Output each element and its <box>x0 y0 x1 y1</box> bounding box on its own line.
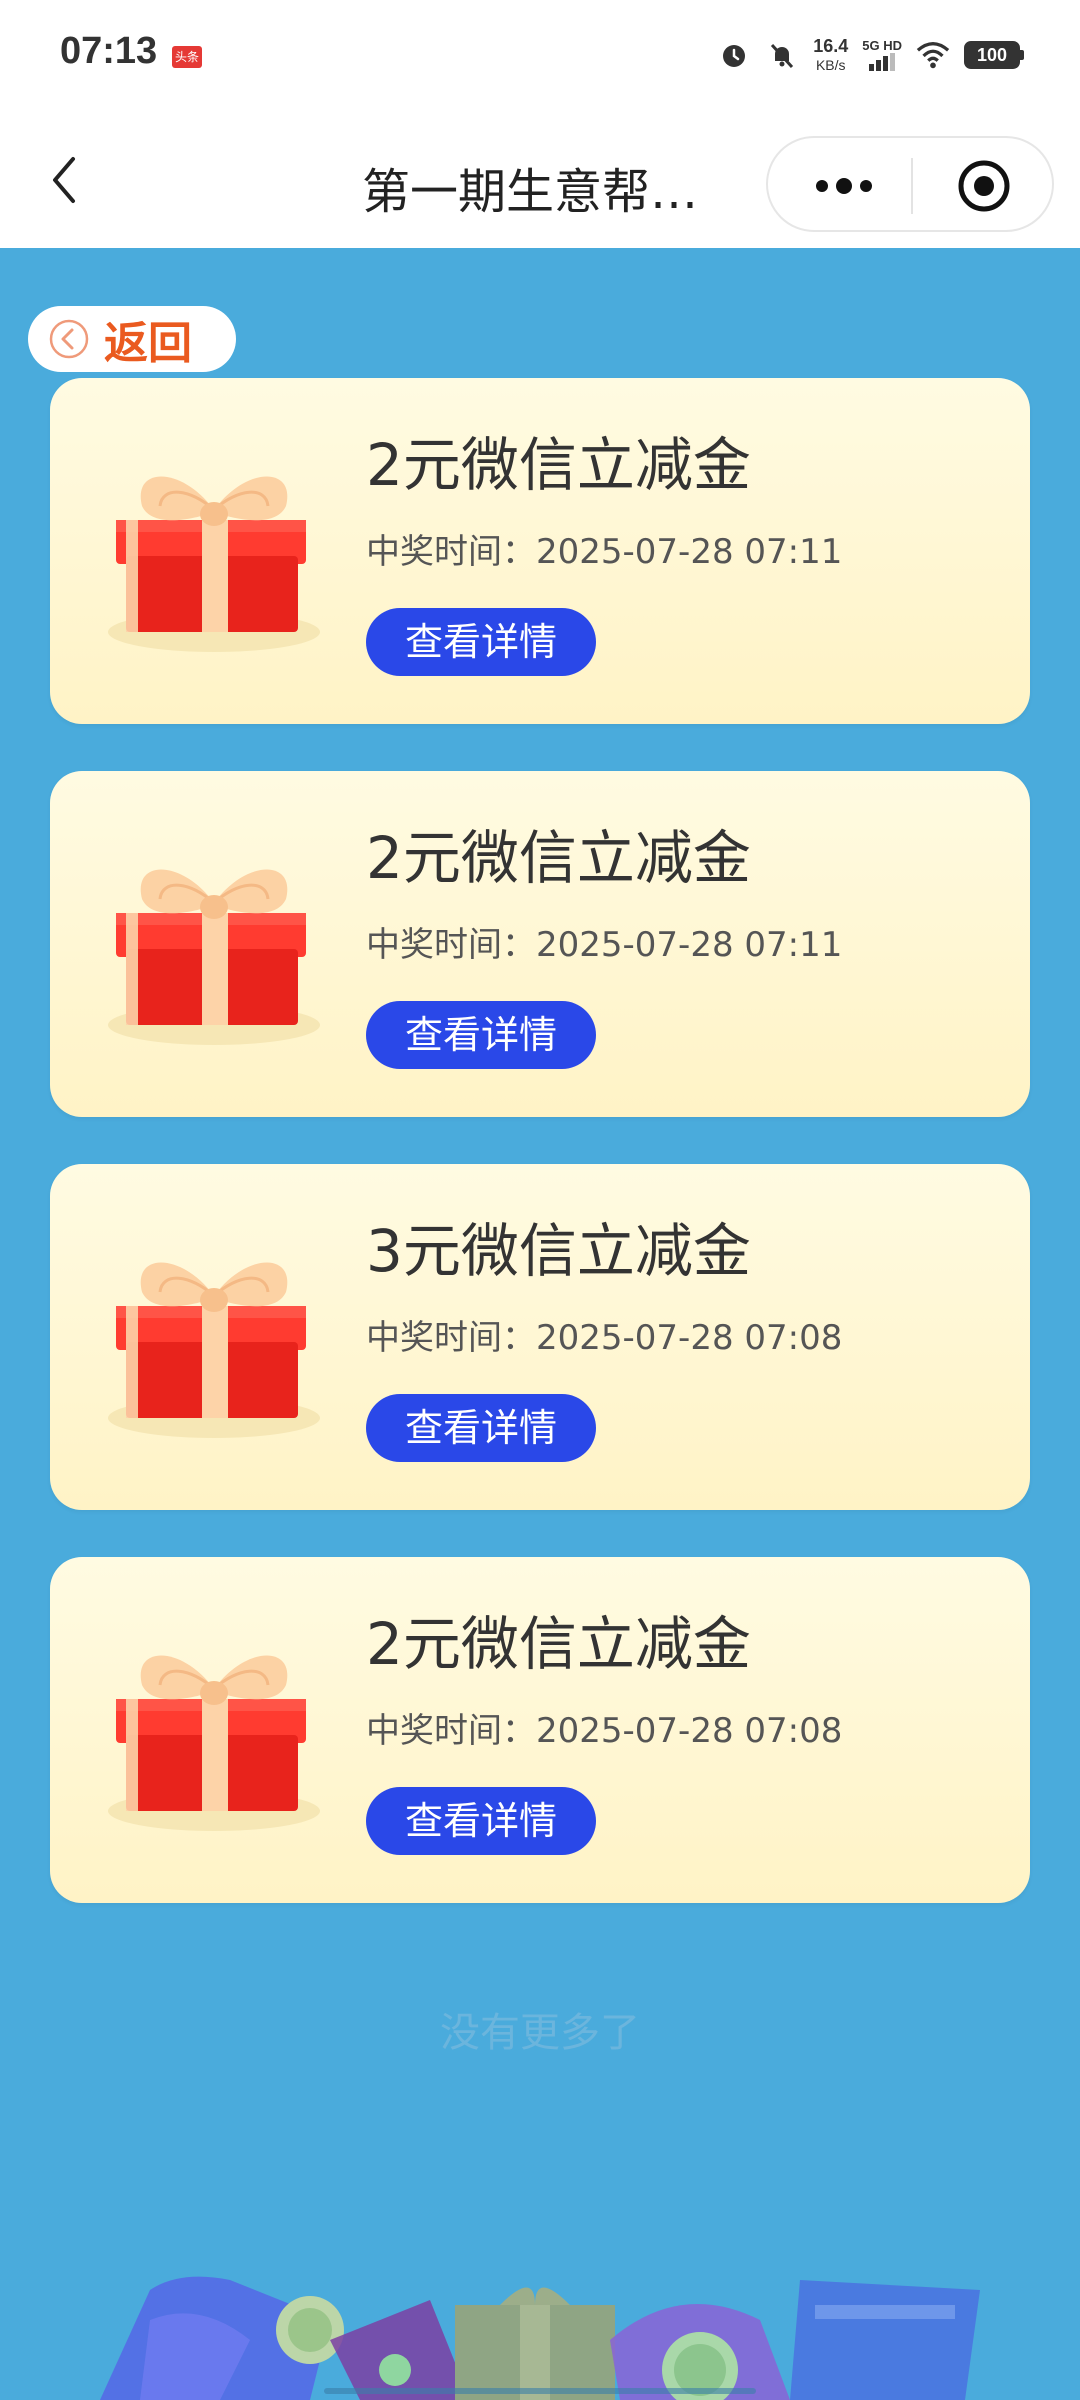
more-dot-icon <box>860 180 872 192</box>
wifi-icon <box>916 38 950 72</box>
nav-bar: 第一期生意帮… <box>0 112 1080 248</box>
back-button[interactable]: 返回 <box>28 306 236 372</box>
nav-back-button[interactable] <box>36 150 92 210</box>
more-dot-icon <box>816 180 828 192</box>
prize-title: 2元微信立减金 <box>366 431 751 499</box>
view-details-button[interactable]: 查看详情 <box>366 1394 596 1462</box>
prize-title: 2元微信立减金 <box>366 824 751 892</box>
prize-card: 3元微信立减金 中奖时间：2025-07-28 07:08 查看详情 <box>50 1164 1030 1510</box>
prize-list: 2元微信立减金 中奖时间：2025-07-28 07:11 查看详情 2元微信立… <box>50 378 1030 1950</box>
network-speed-unit: KB/s <box>815 56 846 73</box>
network-speed-value: 16.4 <box>813 35 849 56</box>
gift-box-icon <box>108 1262 320 1438</box>
gift-box-icon <box>108 476 320 652</box>
status-time: 07:13 <box>60 30 158 72</box>
page-title: 第一期生意帮… <box>362 164 699 220</box>
prize-card: 2元微信立减金 中奖时间：2025-07-28 07:08 查看详情 <box>50 1557 1030 1903</box>
app-notification-badge: 头条 <box>172 46 202 68</box>
no-more-indicator: 没有更多了 <box>440 2010 640 2056</box>
circle-chevron-left-icon <box>49 319 89 359</box>
more-options-button[interactable] <box>796 156 892 216</box>
mute-bell-icon <box>765 38 799 72</box>
cellular-signal: 5G HD <box>862 39 902 71</box>
target-close-icon <box>958 160 1010 212</box>
prize-card: 2元微信立减金 中奖时间：2025-07-28 07:11 查看详情 <box>50 771 1030 1117</box>
back-button-label: 返回 <box>104 318 192 369</box>
prize-title: 2元微信立减金 <box>366 1610 751 1678</box>
battery-indicator: 100 <box>964 41 1024 69</box>
gift-box-icon <box>108 869 320 1045</box>
gift-box-icon <box>108 1655 320 1831</box>
signal-bars-icon <box>869 53 896 71</box>
close-miniprogram-button[interactable] <box>944 156 1024 216</box>
prize-card: 2元微信立减金 中奖时间：2025-07-28 07:11 查看详情 <box>50 378 1030 724</box>
prize-win-time: 中奖时间：2025-07-28 07:08 <box>366 1318 843 1358</box>
network-speed: 16.4 KB/s <box>813 37 848 74</box>
more-dot-icon <box>836 178 852 194</box>
capsule-divider <box>911 158 913 214</box>
view-details-button[interactable]: 查看详情 <box>366 1001 596 1069</box>
chevron-left-icon <box>53 157 75 203</box>
alarm-icon <box>717 38 751 72</box>
status-bar: 07:13 头条 16.4 KB/s 5G HD 100 <box>0 0 1080 112</box>
view-details-button[interactable]: 查看详情 <box>366 1787 596 1855</box>
home-indicator[interactable] <box>324 2388 756 2394</box>
prize-win-time: 中奖时间：2025-07-28 07:08 <box>366 1711 843 1751</box>
miniprogram-capsule <box>766 136 1054 232</box>
prize-win-time: 中奖时间：2025-07-28 07:11 <box>366 925 843 965</box>
status-icons: 16.4 KB/s 5G HD 100 <box>717 30 1024 80</box>
view-details-button[interactable]: 查看详情 <box>366 608 596 676</box>
decorative-gifts-illustration <box>100 2276 980 2400</box>
prize-title: 3元微信立减金 <box>366 1217 751 1285</box>
prize-win-time: 中奖时间：2025-07-28 07:11 <box>366 532 843 572</box>
network-type-label: 5G HD <box>862 38 902 53</box>
